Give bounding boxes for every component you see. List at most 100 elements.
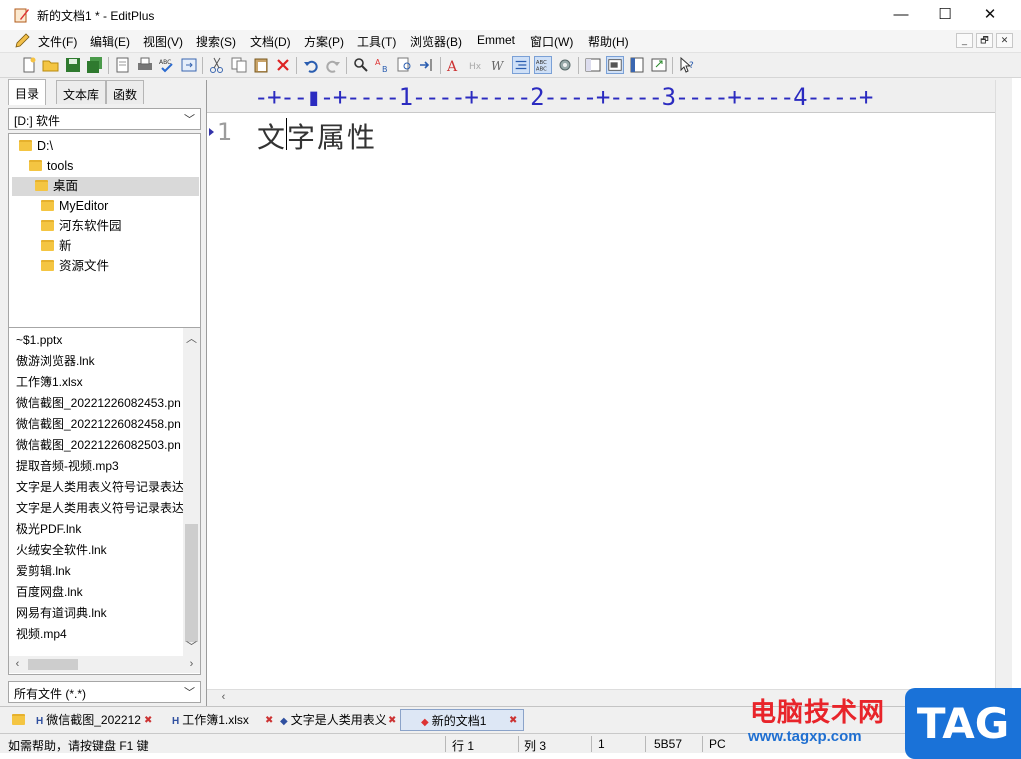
- list-item[interactable]: 网易有道词典.lnk: [16, 603, 184, 624]
- open-folder-icon[interactable]: [42, 56, 60, 74]
- list-item[interactable]: ~$1.pptx: [16, 330, 184, 351]
- menu-search[interactable]: 搜索(S): [196, 33, 236, 50]
- save-icon[interactable]: [64, 56, 82, 74]
- close-tab-icon[interactable]: ✖: [265, 715, 273, 726]
- undo-icon[interactable]: [302, 56, 320, 74]
- close-tab-icon[interactable]: ✖: [144, 715, 152, 726]
- list-item[interactable]: 傲游浏览器.lnk: [16, 351, 184, 372]
- mdi-minimize-button[interactable]: _: [956, 33, 973, 48]
- font-icon[interactable]: A: [446, 56, 464, 74]
- word-wrap-icon[interactable]: W: [490, 56, 508, 74]
- watermark-tag-logo: TAG: [905, 688, 1021, 759]
- close-tab-icon[interactable]: ✖: [509, 715, 517, 726]
- editor-line[interactable]: 文字属性: [257, 116, 377, 156]
- mdi-close-button[interactable]: ✕: [996, 33, 1013, 48]
- menu-browser[interactable]: 浏览器(B): [410, 33, 462, 50]
- menu-tools[interactable]: 工具(T): [357, 33, 396, 50]
- spellcheck-icon[interactable]: ABC: [158, 56, 176, 74]
- mdi-restore-button[interactable]: 🗗: [976, 33, 993, 48]
- hex-view-icon[interactable]: Hx: [468, 56, 486, 74]
- doc-tab-screenshot[interactable]: H 微信截图_202212: [32, 709, 144, 731]
- cut-icon[interactable]: [208, 56, 226, 74]
- list-item[interactable]: 极光PDF.lnk: [16, 519, 184, 540]
- chevron-down-icon[interactable]: ﹀: [183, 638, 200, 654]
- copy-icon[interactable]: [230, 56, 248, 74]
- tab-cliptext[interactable]: 文本库: [56, 80, 107, 104]
- file-type-icon: H: [36, 716, 44, 727]
- list-item[interactable]: 爱剪辑.lnk: [16, 561, 184, 582]
- replace-icon[interactable]: AB: [374, 56, 392, 74]
- minimize-button[interactable]: —: [878, 0, 924, 30]
- file-list-vertical-scrollbar[interactable]: ︿ ﹀: [183, 328, 200, 656]
- menu-file[interactable]: 文件(F): [38, 33, 77, 50]
- tree-item-new[interactable]: 新: [41, 237, 72, 256]
- list-item[interactable]: 文字是人类用表义符号记录表达: [16, 498, 184, 519]
- editor-vertical-scrollbar[interactable]: [995, 80, 1012, 688]
- save-all-icon[interactable]: [86, 56, 104, 74]
- scrollbar-thumb[interactable]: [185, 524, 198, 642]
- tree-item-drive[interactable]: D:\: [19, 137, 53, 156]
- fullscreen-icon[interactable]: [650, 56, 668, 74]
- close-tab-icon[interactable]: ✖: [388, 715, 396, 726]
- tree-item-desktop[interactable]: 桌面: [12, 177, 199, 196]
- menu-edit[interactable]: 编辑(E): [90, 33, 130, 50]
- toolbar-separator: [202, 57, 203, 74]
- list-item[interactable]: 文字是人类用表义符号记录表达: [16, 477, 184, 498]
- menu-view[interactable]: 视图(V): [143, 33, 183, 50]
- list-item[interactable]: 微信截图_20221226082453.pn: [16, 393, 184, 414]
- tab-directory[interactable]: 目录: [8, 79, 47, 105]
- print-preview-icon[interactable]: [114, 56, 132, 74]
- print-icon[interactable]: [136, 56, 154, 74]
- doc-tab-workbook[interactable]: H 工作簿1.xlsx: [168, 709, 260, 731]
- list-item[interactable]: 火绒安全软件.lnk: [16, 540, 184, 561]
- tree-item-resources[interactable]: 资源文件: [41, 257, 109, 276]
- list-item[interactable]: 百度网盘.lnk: [16, 582, 184, 603]
- close-button[interactable]: ✕: [967, 0, 1013, 30]
- drive-select[interactable]: [D:] 软件 ﹀: [8, 108, 201, 130]
- file-list-horizontal-scrollbar[interactable]: ‹ ›: [9, 656, 200, 673]
- list-item[interactable]: 微信截图_20221226082458.pn: [16, 414, 184, 435]
- cliptext-window-icon[interactable]: [628, 56, 646, 74]
- tree-item-hedong[interactable]: 河东软件园: [41, 217, 122, 236]
- scrollbar-thumb[interactable]: [28, 659, 78, 670]
- find-icon[interactable]: [352, 56, 370, 74]
- settings-gear-icon[interactable]: [556, 56, 574, 74]
- browser-preview-icon[interactable]: [180, 56, 198, 74]
- tree-item-tools[interactable]: tools: [29, 157, 73, 176]
- goto-line-icon[interactable]: [418, 56, 436, 74]
- output-window-icon[interactable]: [606, 56, 624, 74]
- doc-tab-text[interactable]: ◆ 文字是人类用表义: [276, 709, 388, 731]
- file-filter-select[interactable]: 所有文件 (*.*) ﹀: [8, 681, 201, 703]
- menu-emmet[interactable]: Emmet: [477, 33, 515, 47]
- tab-functions[interactable]: 函数: [106, 80, 145, 104]
- paste-icon[interactable]: [252, 56, 270, 74]
- chevron-right-icon[interactable]: ›: [183, 658, 200, 670]
- delete-icon[interactable]: [274, 56, 292, 74]
- list-item[interactable]: 提取音频-视频.mp3: [16, 456, 184, 477]
- tree-item-myeditor[interactable]: MyEditor: [41, 197, 108, 216]
- directory-window-icon[interactable]: [584, 56, 602, 74]
- chevron-left-icon[interactable]: ‹: [9, 658, 26, 670]
- chevron-left-icon[interactable]: ‹: [215, 691, 232, 703]
- chevron-up-icon[interactable]: ︿: [183, 330, 200, 346]
- editor-area[interactable]: -+--▮-+----1----+----2----+----3----+---…: [206, 80, 996, 706]
- new-file-icon[interactable]: [20, 56, 38, 74]
- menu-window[interactable]: 窗口(W): [530, 33, 573, 50]
- find-in-files-icon[interactable]: [396, 56, 414, 74]
- line-number-toggle-icon[interactable]: [512, 56, 530, 74]
- list-item[interactable]: 微信截图_20221226082503.pn: [16, 435, 184, 456]
- line-number-gutter: [207, 114, 251, 684]
- doc-tab-new-document[interactable]: ◆ 新的文档1: [400, 709, 524, 731]
- ruler-toggle-icon[interactable]: ABCABC: [534, 56, 552, 74]
- line-number: 1: [217, 118, 233, 146]
- redo-icon[interactable]: [324, 56, 342, 74]
- menu-project[interactable]: 方案(P): [304, 33, 344, 50]
- svg-text:ABC: ABC: [536, 66, 547, 72]
- list-item[interactable]: 工作簿1.xlsx: [16, 372, 184, 393]
- context-help-icon[interactable]: ?: [678, 56, 696, 74]
- menu-document[interactable]: 文档(D): [250, 33, 291, 50]
- menu-help[interactable]: 帮助(H): [588, 33, 629, 50]
- list-item[interactable]: 视频.mp4: [16, 624, 184, 645]
- maximize-button[interactable]: ☐: [922, 0, 968, 30]
- toolbar-separator: [346, 57, 347, 74]
